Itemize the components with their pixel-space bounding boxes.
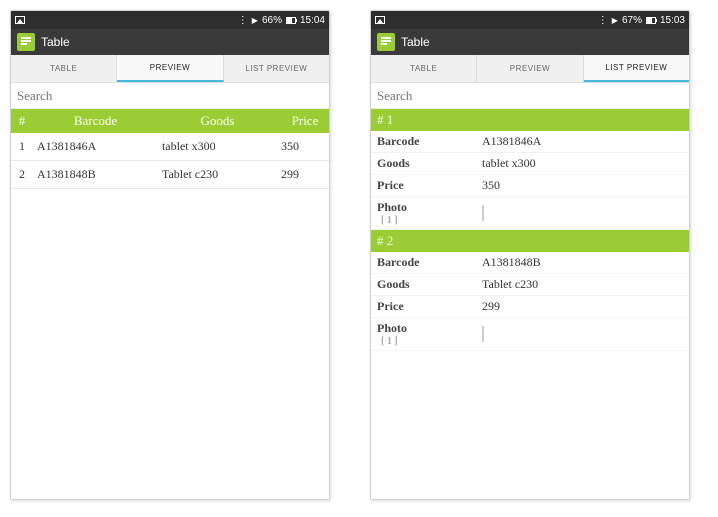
status-bar: ⋮ 67% 15:03 [371, 11, 689, 29]
list-item[interactable]: Photo [ 1 ] [371, 197, 689, 230]
tab-bar: TABLE PREVIEW LIST PREVIEW [11, 55, 329, 83]
wifi-icon: ⋮ [238, 15, 248, 26]
wifi-icon: ⋮ [598, 15, 608, 26]
signal-icon [612, 15, 618, 26]
list-item[interactable]: Price 350 [371, 175, 689, 197]
field-label: Barcode [377, 134, 482, 149]
search-bar[interactable] [11, 83, 329, 109]
cell-goods: Tablet c230 [158, 161, 277, 189]
field-value: tablet x300 [482, 156, 536, 171]
battery-icon [286, 17, 296, 24]
record-header[interactable]: # 2 [371, 230, 689, 252]
battery-pct: 67% [622, 15, 642, 26]
status-bar: ⋮ 66% 15:04 [11, 11, 329, 29]
col-barcode-header[interactable]: Barcode [33, 109, 158, 133]
app-title: Table [41, 35, 70, 49]
cell-idx: 2 [11, 161, 33, 189]
field-value: 350 [482, 178, 500, 193]
clock: 15:03 [660, 15, 685, 26]
photo-thumb[interactable] [482, 205, 484, 221]
field-label: Photo [ 1 ] [377, 321, 482, 347]
record-header[interactable]: # 1 [371, 109, 689, 131]
photo-thumb[interactable] [482, 326, 484, 342]
cell-price: 350 [277, 133, 329, 161]
cell-idx: 1 [11, 133, 33, 161]
col-goods-header[interactable]: Goods [158, 109, 277, 133]
app-bar: Table [371, 29, 689, 55]
table-row[interactable]: 2 A1381848B Tablet c230 299 [11, 161, 329, 189]
search-input[interactable] [17, 88, 323, 104]
app-icon [17, 33, 35, 51]
col-idx-header[interactable]: # [11, 109, 33, 133]
phone-preview: ⋮ 66% 15:04 Table TABLE PREVIEW LIST PRE… [10, 10, 330, 500]
app-title: Table [401, 35, 430, 49]
photo-count: [ 1 ] [381, 215, 482, 226]
app-bar: Table [11, 29, 329, 55]
tab-table[interactable]: TABLE [11, 55, 117, 82]
col-price-header[interactable]: Price [277, 109, 329, 133]
app-icon [377, 33, 395, 51]
field-label: Price [377, 178, 482, 193]
tab-preview[interactable]: PREVIEW [117, 55, 223, 82]
field-label: Barcode [377, 255, 482, 270]
field-label: Goods [377, 156, 482, 171]
clock: 15:04 [300, 15, 325, 26]
tab-list-preview[interactable]: LIST PREVIEW [584, 55, 689, 82]
tab-table[interactable]: TABLE [371, 55, 477, 82]
cell-barcode: A1381846A [33, 133, 158, 161]
search-bar[interactable] [371, 83, 689, 109]
cell-price: 299 [277, 161, 329, 189]
tab-list-preview[interactable]: LIST PREVIEW [224, 55, 329, 82]
list-item[interactable]: Photo [ 1 ] [371, 318, 689, 351]
list-item[interactable]: Goods tablet x300 [371, 153, 689, 175]
tab-bar: TABLE PREVIEW LIST PREVIEW [371, 55, 689, 83]
list-item[interactable]: Barcode A1381846A [371, 131, 689, 153]
picture-icon [15, 16, 25, 24]
picture-icon [375, 16, 385, 24]
battery-icon [646, 17, 656, 24]
content-table: # Barcode Goods Price 1 A1381846A tablet… [11, 109, 329, 499]
list-item[interactable]: Barcode A1381848B [371, 252, 689, 274]
list-item[interactable]: Goods Tablet c230 [371, 274, 689, 296]
field-value: A1381848B [482, 255, 541, 270]
field-label: Goods [377, 277, 482, 292]
cell-barcode: A1381848B [33, 161, 158, 189]
field-label: Photo [ 1 ] [377, 200, 482, 226]
phone-list-preview: ⋮ 67% 15:03 Table TABLE PREVIEW LIST PRE… [370, 10, 690, 500]
field-value: 299 [482, 299, 500, 314]
data-table: # Barcode Goods Price 1 A1381846A tablet… [11, 109, 329, 189]
table-row[interactable]: 1 A1381846A tablet x300 350 [11, 133, 329, 161]
cell-goods: tablet x300 [158, 133, 277, 161]
list-item[interactable]: Price 299 [371, 296, 689, 318]
field-label: Price [377, 299, 482, 314]
field-value: A1381846A [482, 134, 541, 149]
search-input[interactable] [377, 88, 683, 104]
photo-count: [ 1 ] [381, 336, 482, 347]
battery-pct: 66% [262, 15, 282, 26]
field-value: Tablet c230 [482, 277, 538, 292]
tab-preview[interactable]: PREVIEW [477, 55, 583, 82]
content-list: # 1 Barcode A1381846A Goods tablet x300 … [371, 109, 689, 499]
signal-icon [252, 15, 258, 26]
